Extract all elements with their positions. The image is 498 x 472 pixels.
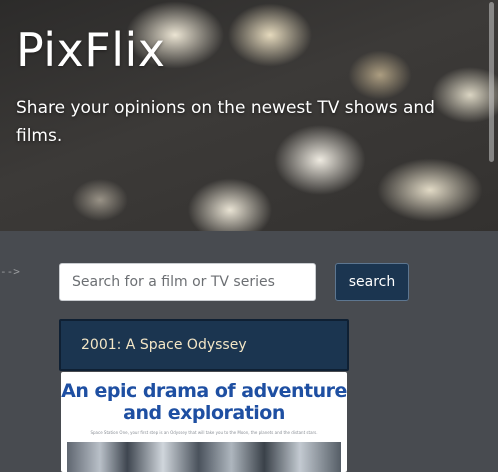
search-input[interactable]: [59, 263, 316, 301]
poster-headline: An epic drama of adventure and explorati…: [61, 380, 347, 424]
hero-banner: PixFlix Share your opinions on the newes…: [0, 0, 498, 231]
scrollbar[interactable]: [489, 2, 494, 162]
result-title-bar[interactable]: 2001: A Space Odyssey: [59, 319, 349, 371]
poster-fineprint: Space Station One, your first step is an…: [90, 430, 318, 435]
result-card[interactable]: 2001: A Space Odyssey An epic drama of a…: [59, 319, 349, 472]
poster-artwork: [67, 442, 341, 472]
result-title: 2001: A Space Odyssey: [81, 337, 247, 353]
site-tagline: Share your opinions on the newest TV sho…: [16, 98, 435, 146]
movie-poster[interactable]: An epic drama of adventure and explorati…: [61, 372, 347, 472]
search-button[interactable]: search: [335, 263, 409, 301]
site-title: PixFlix: [16, 23, 166, 77]
arrow-icon: -->: [0, 265, 20, 278]
